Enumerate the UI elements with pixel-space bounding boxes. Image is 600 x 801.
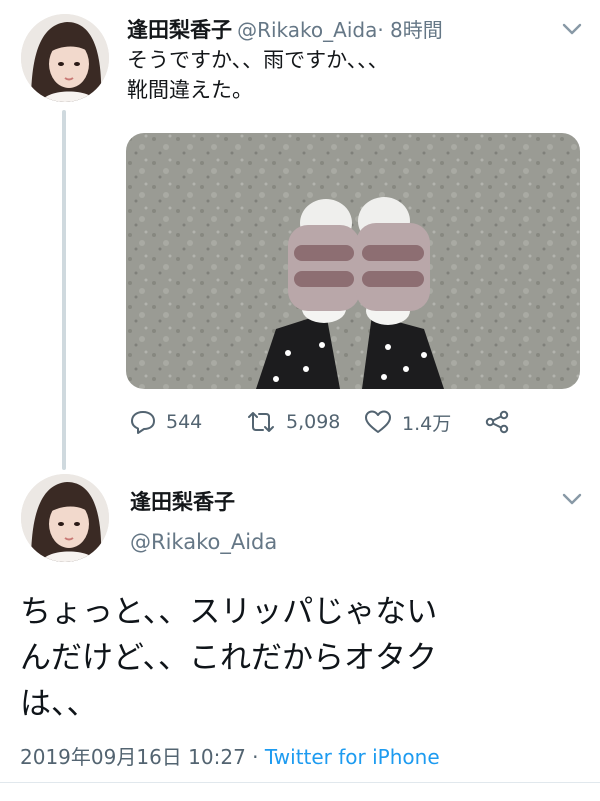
tweet-source-link[interactable]: Twitter for iPhone [265, 745, 440, 769]
tweet-timestamp[interactable]: 2019年09月16日 10:27 [20, 745, 246, 769]
retweet-button[interactable]: 5,098 [246, 404, 340, 440]
like-icon [365, 410, 391, 433]
chevron-down-icon[interactable] [562, 22, 582, 36]
tweet-text: ちょっと、、スリッパじゃない んだけど、、これだからオタク は、、 [20, 589, 580, 727]
tweet-time[interactable]: · 8時間 [377, 18, 442, 42]
like-button[interactable]: 1.4万 [364, 404, 451, 440]
author-name[interactable]: 逢田梨香子 [130, 486, 235, 516]
reply-count: 544 [166, 411, 203, 433]
tweet-text-line: そうですか、、雨ですか、、、 [127, 48, 389, 72]
reply-icon [131, 411, 155, 434]
meta-separator: · [245, 745, 265, 769]
reply-button[interactable]: 544 [130, 404, 202, 440]
divider [0, 782, 600, 783]
author-name[interactable]: 逢田梨香子 [127, 18, 232, 42]
avatar[interactable] [21, 14, 109, 102]
thread-line [62, 110, 66, 470]
tweet-text-line: は、、 [20, 686, 98, 722]
author-handle[interactable]: @Rikako_Aida [130, 530, 277, 554]
retweet-count: 5,098 [286, 411, 341, 433]
tweet-photo[interactable] [126, 133, 580, 389]
share-icon [485, 410, 509, 434]
like-count: 1.4万 [402, 412, 452, 435]
tweet-meta: 2019年09月16日 10:27 · Twitter for iPhone [20, 741, 440, 770]
share-button[interactable] [484, 404, 510, 440]
tweet-text-line: 靴間違えた。 [127, 78, 253, 102]
retweet-icon [248, 412, 274, 432]
tweet-text-line: んだけど、、これだからオタク [20, 640, 437, 676]
tweet-actions: 544 5,098 1.4万 [126, 404, 580, 440]
avatar[interactable] [21, 474, 109, 562]
tweet-text-line: ちょっと、、スリッパじゃない [20, 594, 438, 630]
tweet-text: そうですか、、雨ですか、、、 靴間違えた。 [127, 45, 389, 105]
chevron-down-icon[interactable] [562, 492, 582, 506]
author-handle[interactable]: @Rikako_Aida [237, 18, 377, 42]
